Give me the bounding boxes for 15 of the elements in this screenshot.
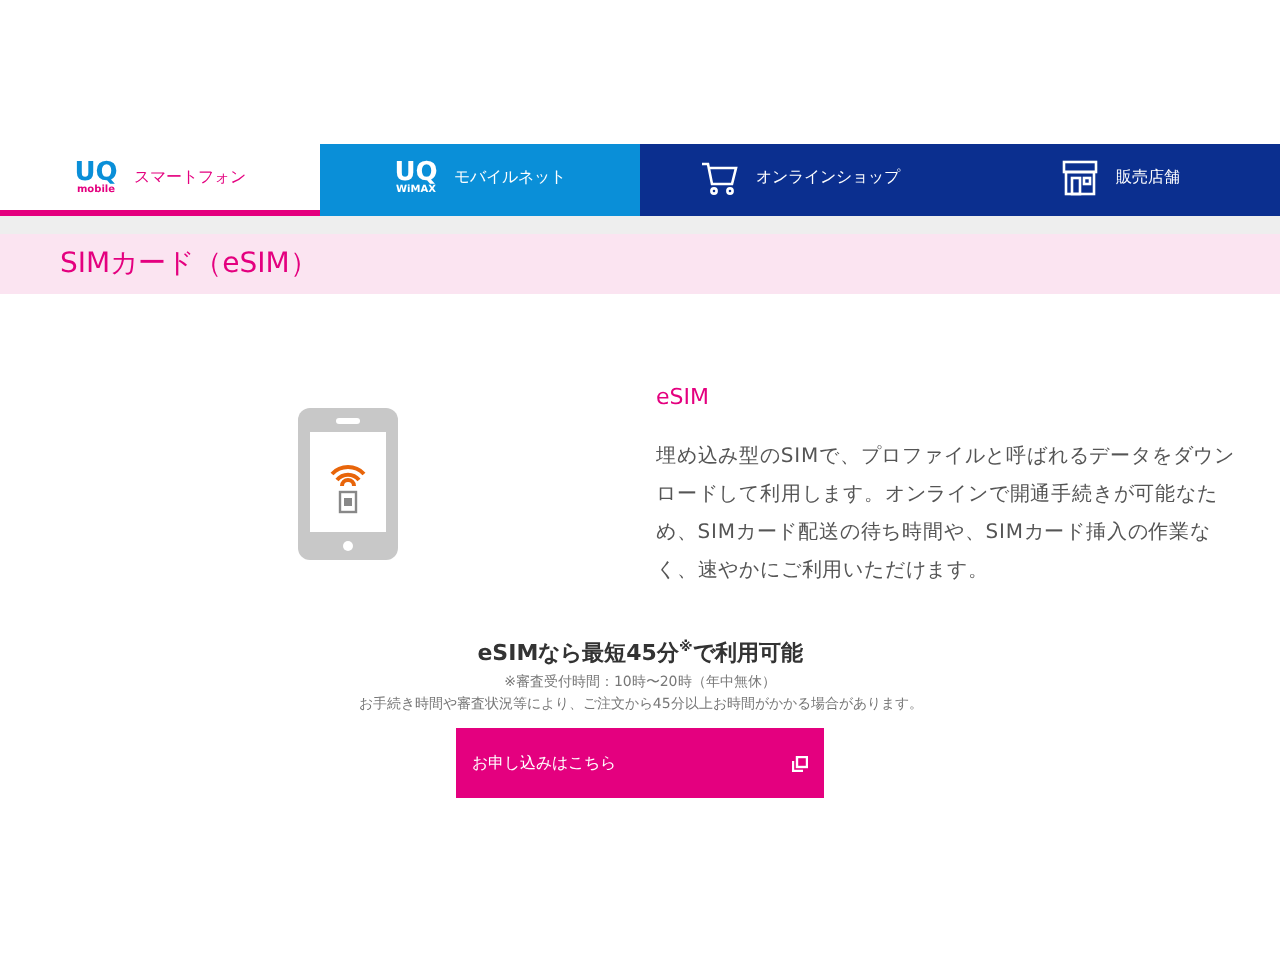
promo-headline: eSIMなら最短45分$^{※}$で利用可能 [477, 638, 803, 668]
feature-description: 埋め込み型のSIMで、プロファイルと呼ばれるデータをダウンロードして利用します。オンラインで開通手続きが可能なため、SIMカード配送の待ち時間や、SIMカード挿入の作業なく、速やかにご利用いただけます。 [656, 443, 1238, 586]
tab-label: モバイルネット [453, 166, 566, 188]
external-link-icon [792, 755, 808, 771]
tab-label: スマートフォン [133, 166, 246, 188]
apply-button[interactable]: お申し込みはこちら [456, 728, 824, 798]
page-title: SIMカード（eSIM） [0, 234, 1280, 294]
tab-label: オンラインショップ [756, 166, 900, 188]
feature-title: eSIM [656, 384, 711, 410]
tab-label: 販売店舗 [1116, 166, 1180, 188]
store-icon [1060, 159, 1100, 195]
cart-icon [700, 159, 740, 195]
nav-tab[interactable]: 販売店舗 [960, 144, 1280, 216]
phone-wifi-icon [298, 408, 398, 560]
nav-tab[interactable]: オンラインショップ [640, 144, 960, 216]
